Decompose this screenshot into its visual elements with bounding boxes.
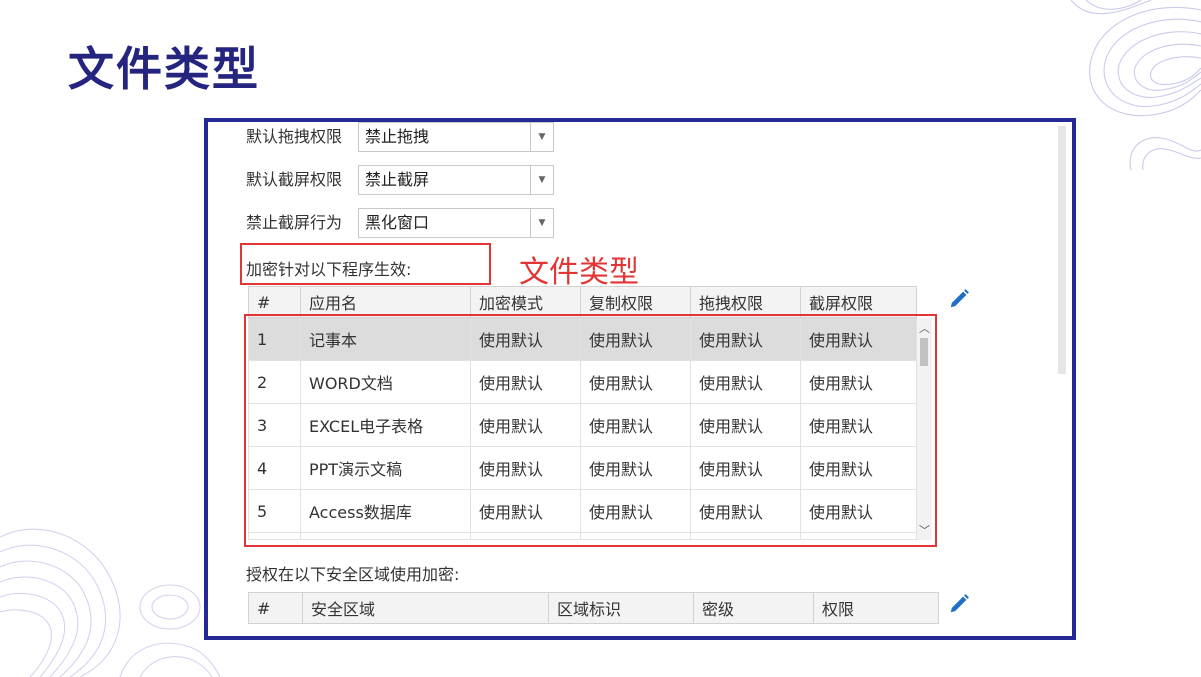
drag-permission-label: 默认拖拽权限 <box>246 127 343 146</box>
slide-title: 文件类型 <box>68 42 260 96</box>
screenshot-permission-select[interactable]: 禁止截屏 ▼ <box>358 165 554 195</box>
screenshot-frame: 默认拖拽权限 禁止拖拽 ▼ 默认截屏权限 禁止截屏 ▼ 禁止截屏行为 黑化窗口 … <box>204 118 1076 640</box>
column-header[interactable]: 区域标识 <box>548 592 694 624</box>
triangle-down-icon[interactable]: ▼ <box>530 123 553 151</box>
annotation-text: 文件类型 <box>519 255 639 290</box>
pencil-icon[interactable] <box>948 288 970 310</box>
column-header[interactable]: 截屏权限 <box>800 286 917 318</box>
column-header[interactable]: 权限 <box>813 592 939 624</box>
program-label-highlight <box>240 243 491 285</box>
pencil-icon[interactable] <box>948 593 970 615</box>
table-rows-highlight <box>244 314 937 547</box>
column-header[interactable]: 加密模式 <box>470 286 581 318</box>
column-header[interactable]: 应用名 <box>300 286 471 318</box>
zone-section-label: 授权在以下安全区域使用加密: <box>246 565 460 584</box>
column-header[interactable]: 复制权限 <box>580 286 691 318</box>
column-header[interactable]: 密级 <box>693 592 814 624</box>
triangle-down-icon[interactable]: ▼ <box>530 209 553 237</box>
column-header[interactable]: 拖拽权限 <box>690 286 801 318</box>
triangle-down-icon[interactable]: ▼ <box>530 166 553 194</box>
zone-table: # 安全区域 区域标识 密级 权限 <box>248 592 939 624</box>
screenshot-permission-label: 默认截屏权限 <box>246 170 343 189</box>
screenshot-permission-value: 禁止截屏 <box>365 170 430 189</box>
screenshot-behavior-select[interactable]: 黑化窗口 ▼ <box>358 208 554 238</box>
table-header-row: # 应用名 加密模式 复制权限 拖拽权限 截屏权限 <box>248 286 917 318</box>
drag-permission-select[interactable]: 禁止拖拽 ▼ <box>358 122 554 152</box>
screenshot-behavior-value: 黑化窗口 <box>365 213 430 232</box>
drag-permission-value: 禁止拖拽 <box>365 127 430 146</box>
panel-scrollbar[interactable] <box>1058 126 1066 374</box>
column-header[interactable]: # <box>248 592 303 624</box>
contour-decoration-bottom-left <box>0 528 220 677</box>
screenshot-behavior-label: 禁止截屏行为 <box>246 213 343 232</box>
settings-panel: 默认拖拽权限 禁止拖拽 ▼ 默认截屏权限 禁止截屏 ▼ 禁止截屏行为 黑化窗口 … <box>208 122 1072 636</box>
column-header[interactable]: 安全区域 <box>302 592 549 624</box>
table-header-row: # 安全区域 区域标识 密级 权限 <box>248 592 939 624</box>
column-header[interactable]: # <box>248 286 301 318</box>
